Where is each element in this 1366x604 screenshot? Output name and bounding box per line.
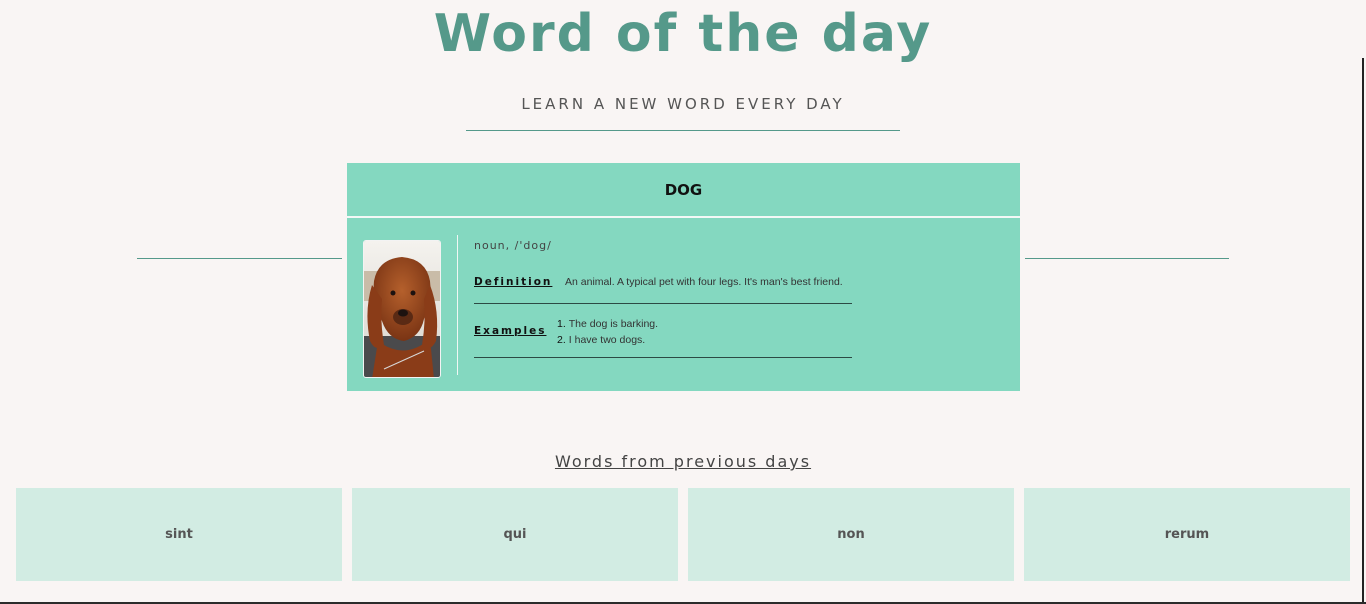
example-item: 1. The dog is barking. [557,316,658,332]
definition-text: An animal. A typical pet with four legs.… [565,276,843,288]
example-number: 2. [557,334,566,346]
examples-rule [474,357,852,358]
card-divider [347,216,1020,218]
page-title: Word of the day [433,4,933,64]
left-decorative-line [137,258,342,259]
previous-word-card[interactable]: rerum [1024,488,1350,581]
page: Word of the day LEARN A NEW WORD EVERY D… [0,0,1366,604]
page-subtitle: LEARN A NEW WORD EVERY DAY [521,95,845,113]
definition-rule [474,303,852,304]
example-text: I have two dogs. [568,334,646,346]
scrollbar[interactable] [1362,58,1364,604]
word-card: DOG noun, /'dog/ Definition An animal. A… [347,163,1020,391]
word-title: DOG [664,180,703,199]
example-text: The dog is barking. [568,318,659,330]
part-of-speech: noun, /'dog/ [474,239,552,252]
previous-word-card[interactable]: non [688,488,1014,581]
right-decorative-line [1025,258,1229,259]
previous-words-heading: Words from previous days [0,452,1366,471]
examples-list: 1. The dog is barking. 2. I have two dogs. [557,316,658,348]
subtitle-divider [466,130,900,131]
previous-words-title: Words from previous days [554,452,812,471]
definition-label: Definition [474,276,553,288]
dog-photo [363,240,441,378]
content-divider [457,235,458,375]
example-number: 1. [557,318,566,330]
examples-label: Examples [474,325,547,337]
previous-word-card[interactable]: sint [16,488,342,581]
previous-word-card[interactable]: qui [352,488,678,581]
example-item: 2. I have two dogs. [557,332,658,348]
previous-words-grid: sint qui non rerum [16,488,1350,581]
